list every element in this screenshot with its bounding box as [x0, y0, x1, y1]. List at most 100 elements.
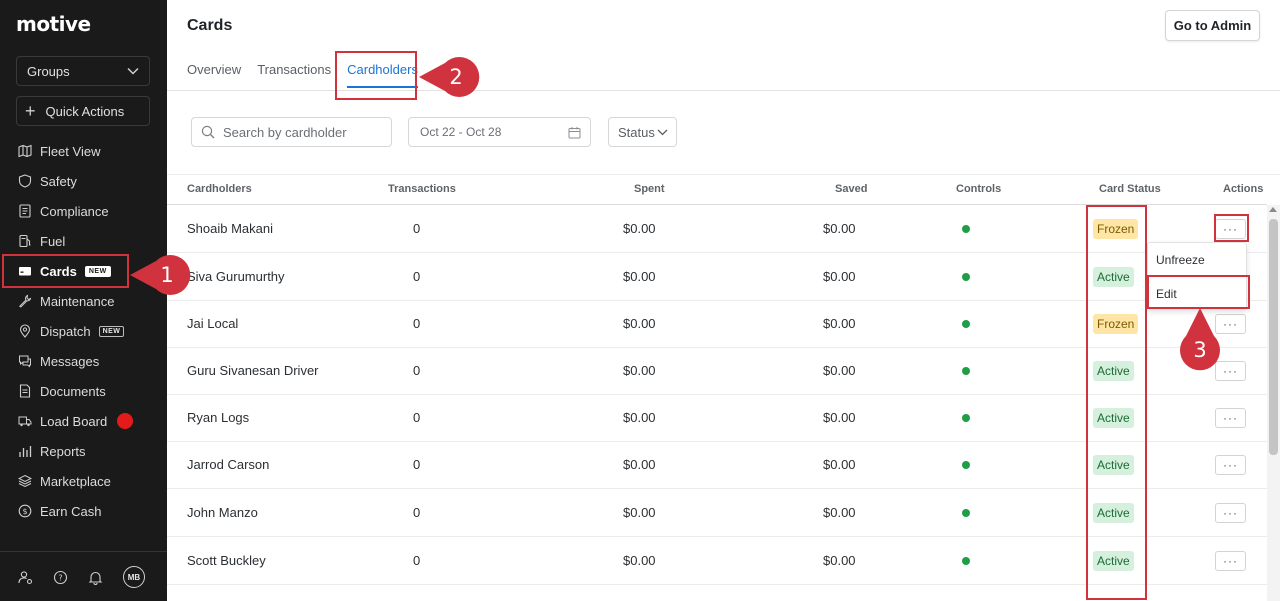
status-dot	[962, 508, 970, 517]
table-scrollbar-thumb[interactable]	[1269, 219, 1278, 455]
cardholder-name[interactable]: Jai Local	[187, 300, 238, 347]
column-header-card-status[interactable]: Card Status	[1099, 183, 1161, 195]
cardholder-name[interactable]: Ryan Logs	[187, 394, 249, 441]
controls-indicator	[962, 489, 970, 536]
sidebar-item-label: Fleet View	[40, 143, 101, 159]
highlight-more-actions-button	[1214, 214, 1249, 242]
status-dot	[962, 556, 970, 565]
groups-label: Groups	[27, 63, 70, 79]
transactions-count: 0	[413, 553, 421, 568]
wrench-icon	[18, 294, 32, 308]
transactions-count: 0	[413, 221, 421, 236]
sidebar-item-marketplace[interactable]: Marketplace	[0, 466, 167, 496]
help-icon[interactable]: ?	[53, 570, 68, 585]
column-header-actions: Actions	[1223, 183, 1264, 195]
actions-cell: ···	[1215, 537, 1246, 584]
actions-cell: ···	[1215, 441, 1246, 488]
status-dot	[962, 272, 970, 281]
more-actions-button[interactable]: ···	[1215, 454, 1246, 475]
highlight-card-status-column	[1086, 205, 1147, 600]
menu-item-unfreeze[interactable]: Unfreeze	[1148, 243, 1246, 277]
date-range-value: Oct 22 - Oct 28	[420, 125, 502, 139]
filter-divider	[167, 174, 1280, 175]
chat-icon	[18, 354, 32, 368]
user-settings-icon[interactable]	[18, 570, 33, 585]
step-1-number: 1	[160, 263, 174, 287]
chevron-down-icon	[127, 67, 139, 75]
saved-amount: $0.00	[823, 316, 856, 331]
sidebar-item-load-board[interactable]: Load Board	[0, 406, 167, 436]
spent-amount: $0.00	[623, 269, 656, 284]
chart-icon	[18, 444, 32, 458]
sidebar-item-reports[interactable]: Reports	[0, 436, 167, 466]
sidebar-item-earn-cash[interactable]: $ Earn Cash	[0, 496, 167, 526]
scroll-up-arrow-icon[interactable]	[1269, 207, 1277, 212]
controls-indicator	[962, 347, 970, 394]
spent-amount: $0.00	[623, 553, 656, 568]
spent-amount: $0.00	[623, 221, 656, 236]
transactions-count: 0	[413, 457, 421, 472]
more-actions-button[interactable]: ···	[1215, 502, 1246, 523]
tabs-divider	[167, 90, 1280, 91]
status-filter-label: Status	[618, 124, 655, 140]
step-1-callout: 1	[128, 255, 194, 295]
cardholder-name[interactable]: John Manzo	[187, 489, 258, 536]
avatar[interactable]: MB	[123, 566, 145, 588]
sidebar-item-label: Documents	[40, 383, 106, 399]
sidebar-item-label: Earn Cash	[40, 503, 102, 519]
search-box[interactable]	[191, 117, 392, 147]
bell-icon[interactable]	[88, 570, 103, 585]
status-dot	[962, 224, 970, 233]
search-input[interactable]	[223, 124, 383, 140]
tab-transactions[interactable]: Transactions	[257, 62, 331, 88]
sidebar-item-messages[interactable]: Messages	[0, 346, 167, 376]
shield-icon	[18, 174, 32, 188]
location-pin-icon	[18, 324, 32, 338]
highlight-cards-nav	[2, 254, 129, 288]
actions-cell: ···	[1215, 489, 1246, 536]
file-icon	[18, 384, 32, 398]
sidebar-item-compliance[interactable]: Compliance	[0, 196, 167, 226]
sidebar-item-label: Marketplace	[40, 473, 111, 489]
sidebar-item-dispatch[interactable]: Dispatch NEW	[0, 316, 167, 346]
status-dot	[962, 413, 970, 422]
svg-text:$: $	[22, 507, 27, 516]
spent-amount: $0.00	[623, 410, 656, 425]
column-header-cardholders[interactable]: Cardholders	[187, 183, 252, 195]
status-dot	[962, 366, 970, 375]
more-actions-button[interactable]: ···	[1215, 550, 1246, 571]
sidebar-item-label: Safety	[40, 173, 77, 189]
saved-amount: $0.00	[823, 221, 856, 236]
transactions-count: 0	[413, 316, 421, 331]
controls-indicator	[962, 537, 970, 584]
cardholder-name[interactable]: Siva Gurumurthy	[187, 253, 285, 300]
sidebar-nav: Fleet View Safety Compliance Fuel Cards …	[0, 136, 167, 526]
cardholder-name[interactable]: Jarrod Carson	[187, 441, 269, 488]
motive-logo[interactable]: motive	[16, 12, 91, 36]
sidebar-item-label: Compliance	[40, 203, 109, 219]
date-range-picker[interactable]: Oct 22 - Oct 28	[408, 117, 591, 147]
cardholder-name[interactable]: Shoaib Makani	[187, 205, 273, 252]
new-badge: NEW	[98, 325, 125, 337]
more-actions-button[interactable]: ···	[1215, 407, 1246, 428]
chevron-down-icon	[657, 129, 668, 135]
tab-overview[interactable]: Overview	[187, 62, 241, 88]
saved-amount: $0.00	[823, 457, 856, 472]
column-header-spent[interactable]: Spent	[634, 183, 665, 195]
sidebar-item-safety[interactable]: Safety	[0, 166, 167, 196]
status-filter-dropdown[interactable]: Status	[608, 117, 677, 147]
cardholder-name[interactable]: Guru Sivanesan Driver	[187, 347, 319, 394]
sidebar-item-fuel[interactable]: Fuel	[0, 226, 167, 256]
column-header-saved[interactable]: Saved	[835, 183, 867, 195]
sidebar-item-label: Dispatch	[40, 323, 91, 339]
column-header-transactions[interactable]: Transactions	[388, 183, 456, 195]
groups-dropdown[interactable]: Groups	[16, 56, 150, 86]
quick-actions-button[interactable]: + Quick Actions	[16, 96, 150, 126]
go-to-admin-button[interactable]: Go to Admin	[1165, 10, 1260, 41]
cardholder-name[interactable]: Scott Buckley	[187, 537, 266, 584]
saved-amount: $0.00	[823, 505, 856, 520]
column-header-controls: Controls	[956, 183, 1002, 195]
sidebar-item-fleet-view[interactable]: Fleet View	[0, 136, 167, 166]
sidebar-item-documents[interactable]: Documents	[0, 376, 167, 406]
transactions-count: 0	[413, 410, 421, 425]
